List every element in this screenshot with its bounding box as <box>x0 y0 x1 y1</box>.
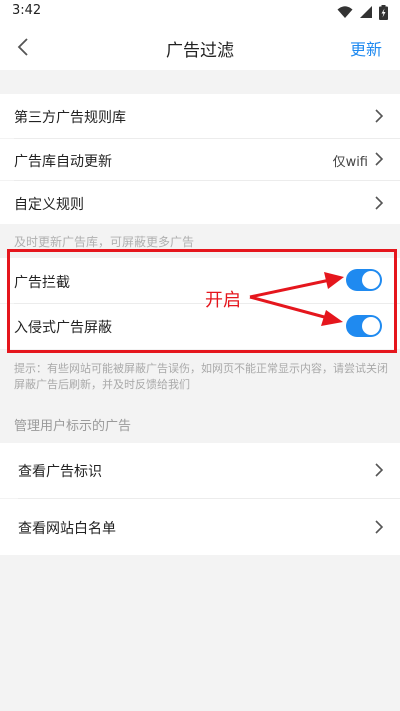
update-hint: 及时更新广告库，可屏蔽更多广告 <box>14 235 195 249</box>
site-whitelist-row[interactable]: 查看网站白名单 <box>0 499 400 555</box>
chevron-right-icon <box>375 463 384 477</box>
third-party-rules-row[interactable]: 第三方广告规则库 <box>0 94 400 138</box>
view-ad-marks-label: 查看广告标识 <box>18 464 102 480</box>
chevron-right-icon <box>375 109 384 123</box>
chevron-right-icon <box>375 152 384 166</box>
chevron-right-icon <box>375 520 384 534</box>
custom-rules-label: 自定义规则 <box>14 197 84 213</box>
auto-update-label: 广告库自动更新 <box>14 154 112 170</box>
status-icons <box>337 4 388 20</box>
view-ad-marks-row[interactable]: 查看广告标识 <box>0 443 400 498</box>
wifi-icon <box>337 6 353 18</box>
status-time: 3:42 <box>12 3 42 18</box>
custom-rules-row[interactable]: 自定义规则 <box>0 181 400 224</box>
update-button[interactable]: 更新 <box>350 36 382 60</box>
site-whitelist-label: 查看网站白名单 <box>18 521 116 537</box>
page-title: 广告过滤 <box>166 41 234 61</box>
status-bar: 3:42 <box>0 0 400 24</box>
third-party-rules-label: 第三方广告规则库 <box>14 110 126 126</box>
signal-icon <box>360 6 372 18</box>
auto-update-row[interactable]: 广告库自动更新 仅wifi <box>0 139 400 180</box>
annotation-label: 开启 <box>205 290 241 311</box>
chevron-right-icon <box>375 196 384 210</box>
battery-icon <box>379 4 388 20</box>
auto-update-value: 仅wifi <box>332 155 368 170</box>
highlight-box <box>7 249 397 353</box>
nav-bar: 广告过滤 更新 <box>0 24 400 70</box>
tip-text: 提示：有些网站可能被屏蔽广告误伤，如网页不能正常显示内容，请尝试关闭屏蔽广告后刷… <box>14 362 388 391</box>
user-marked-section-title: 管理用户标示的广告 <box>14 419 132 434</box>
